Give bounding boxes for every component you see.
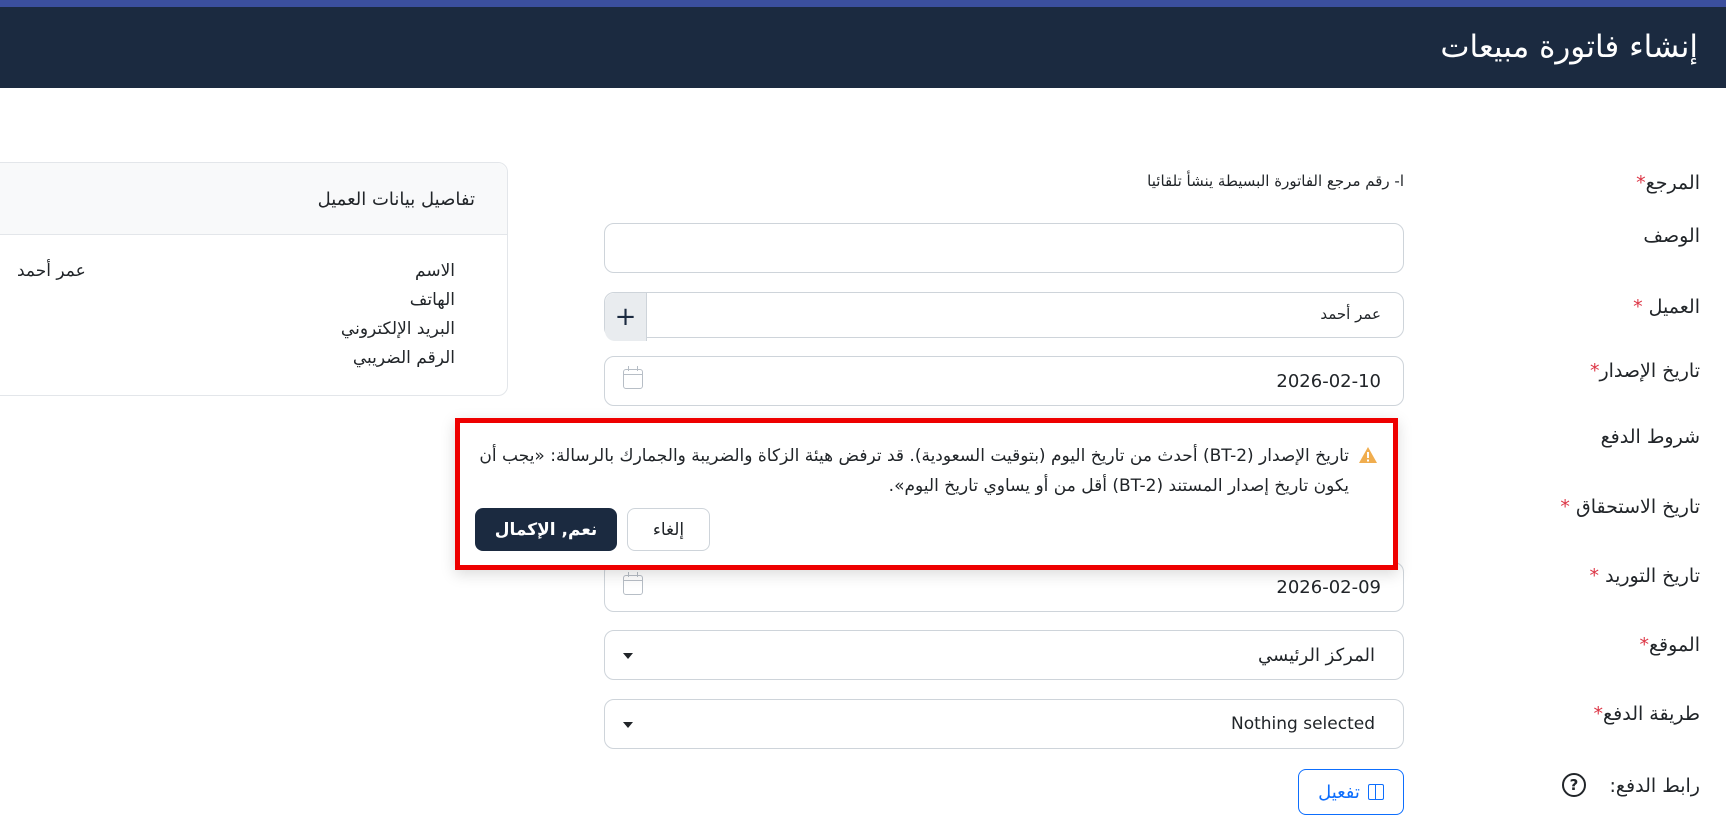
activate-label: تفعيل [1318,781,1360,803]
payment-terms-label: شروط الدفع [1600,426,1700,448]
issue-date-input[interactable]: 2026-02-10 [604,356,1404,406]
payment-method-select[interactable]: Nothing selected [604,699,1404,749]
reference-note: ا- رقم مرجع الفاتورة البسيطة ينشأ تلقائي… [1147,172,1404,190]
book-icon [1367,784,1384,800]
calendar-icon[interactable] [623,572,643,595]
reference-label: المرجع* [1636,172,1700,194]
cancel-button[interactable]: إلغاء [627,508,710,551]
warning-triangle-icon [1359,447,1377,463]
description-input[interactable] [604,223,1404,273]
plus-icon: + [614,302,637,332]
card-title: تفاصيل بيانات العميل [317,189,475,210]
payment-method-label: طريقة الدفع* [1593,703,1700,725]
payment-link-label: رابط الدفع: [1609,775,1700,797]
chevron-down-icon [623,653,633,659]
header-accent-bar [0,0,1726,7]
due-date-label: تاريخ الاستحقاق * [1560,496,1700,518]
calendar-icon[interactable] [623,366,643,389]
supply-date-label: تاريخ التوريد * [1589,565,1700,587]
supply-date-value: 2026-02-09 [1276,577,1381,598]
customer-select[interactable]: + عمر أحمد [604,292,1404,341]
add-customer-button[interactable]: + [605,293,647,341]
customer-value: عمر أحمد [1320,305,1381,323]
card-header: تفاصيل بيانات العميل [0,163,507,235]
customer-name-value: عمر أحمد [17,261,86,281]
payment-method-value: Nothing selected [1230,714,1375,734]
customer-details-card: تفاصيل بيانات العميل الاسم عمر أحمد الها… [0,162,508,396]
description-label: الوصف [1643,225,1700,247]
customer-name-label: الاسم [415,261,455,281]
customer-email-label: البريد الإلكتروني [340,319,455,339]
issue-date-warning-popup: تاريخ الإصدار (BT-2) أحدث من تاريخ اليوم… [455,418,1398,570]
issue-date-value: 2026-02-10 [1276,371,1381,392]
confirm-continue-button[interactable]: نعم, الإكمال [475,508,617,551]
page-title: إنشاء فاتورة مبيعات [1440,29,1698,65]
help-icon[interactable]: ? [1562,773,1586,797]
page-header: إنشاء فاتورة مبيعات [0,7,1726,88]
location-select[interactable]: المركز الرئيسي [604,630,1404,680]
location-label: الموقع* [1639,634,1700,656]
customer-tax-number-label: الرقم الضريبي [352,348,455,368]
location-value: المركز الرئيسي [1258,645,1375,666]
customer-label: العميل * [1633,296,1700,318]
issue-date-label: تاريخ الإصدار* [1589,360,1700,382]
chevron-down-icon [623,722,633,728]
customer-phone-label: الهاتف [409,290,455,310]
activate-payment-link-button[interactable]: تفعيل [1298,769,1404,815]
warning-message: تاريخ الإصدار (BT-2) أحدث من تاريخ اليوم… [479,446,1349,496]
